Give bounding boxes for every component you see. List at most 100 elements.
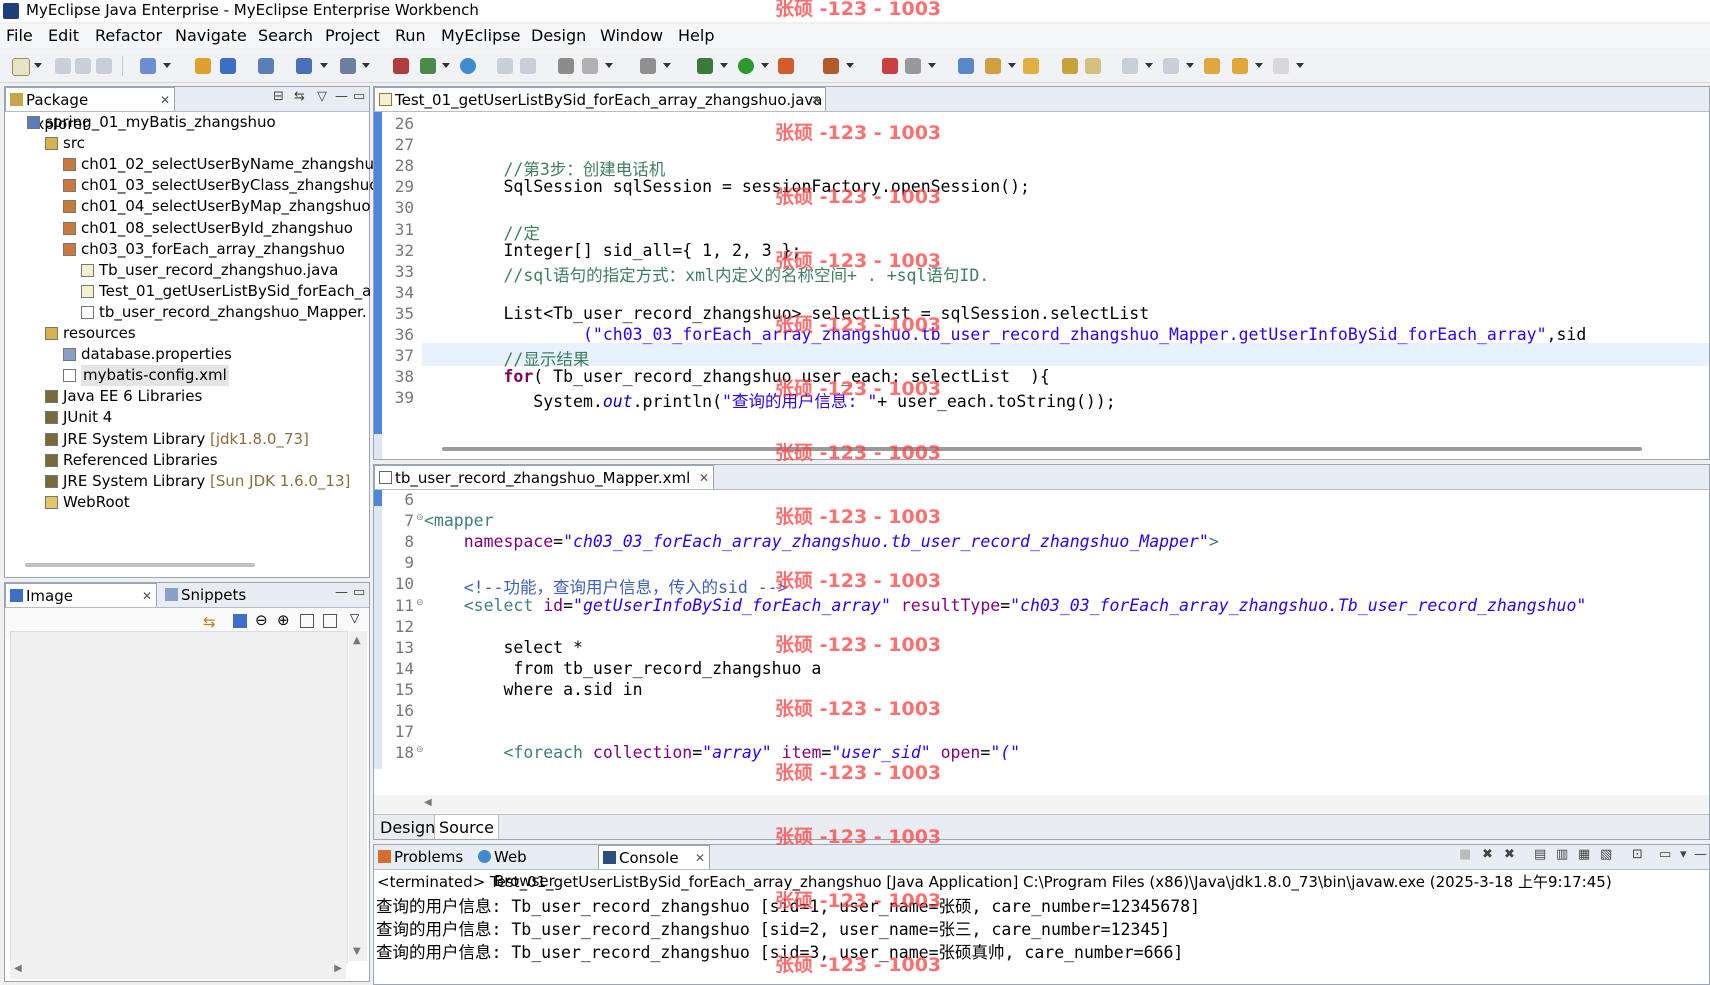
show-stdout-icon[interactable]: ▦ [1578, 847, 1590, 862]
run-icon[interactable] [738, 58, 754, 74]
deploy-icon[interactable] [195, 58, 211, 74]
scroll-lock-icon[interactable]: ▥ [1556, 847, 1568, 862]
chevron-down-icon[interactable]: ▾ [1680, 847, 1687, 862]
database-icon[interactable] [582, 58, 598, 74]
open-type-icon[interactable] [497, 58, 513, 74]
close-icon[interactable]: ✕ [811, 88, 821, 112]
tab-source[interactable]: Source [434, 815, 499, 839]
horizontal-scrollbar[interactable] [25, 563, 255, 567]
scroll-right-icon[interactable]: ▶ [334, 963, 342, 974]
scroll-down-icon[interactable]: ▼ [353, 946, 361, 957]
horizontal-scrollbar[interactable]: ◀ ▶ [10, 961, 346, 979]
open-folder-icon[interactable] [1023, 58, 1039, 74]
scroll-left-icon[interactable]: ◀ [14, 963, 22, 974]
horizontal-scrollbar[interactable] [442, 447, 1642, 451]
pin-console-icon[interactable]: ⊡ [1632, 847, 1643, 862]
tab-design[interactable]: Design [380, 818, 435, 837]
menu-project[interactable]: Project [325, 26, 380, 45]
chevron-down-icon[interactable] [1186, 63, 1194, 68]
pencil-icon[interactable] [985, 58, 1001, 74]
menu-help[interactable]: Help [678, 26, 714, 45]
view-menu-icon[interactable]: ▽ [350, 611, 359, 625]
fold-icon[interactable]: ⊖ [416, 745, 424, 755]
menu-edit[interactable]: Edit [48, 26, 79, 45]
save-icon[interactable] [55, 58, 71, 74]
tab-java-editor[interactable]: Test_01_getUserListBySid_forEach_array_z… [374, 87, 826, 111]
chevron-down-icon[interactable] [163, 63, 171, 68]
globe-icon[interactable] [460, 58, 476, 74]
save-all-icon[interactable] [75, 58, 91, 74]
fit-image-icon[interactable] [233, 614, 247, 628]
fit-window-icon[interactable] [323, 614, 337, 628]
debug-icon[interactable] [697, 58, 713, 74]
chevron-down-icon[interactable] [1296, 63, 1304, 68]
menu-myeclipse[interactable]: MyEclipse [441, 26, 520, 45]
forward-icon[interactable] [1273, 58, 1289, 74]
remove-launch-icon[interactable]: ✖ [1482, 847, 1493, 862]
menu-file[interactable]: File [6, 26, 33, 45]
fold-icon[interactable]: ⊖ [416, 598, 424, 608]
print-icon[interactable] [96, 58, 112, 74]
profile-icon[interactable] [823, 58, 839, 74]
gear-icon[interactable] [905, 58, 921, 74]
tab-image-preview[interactable]: Image Preview ✕ [5, 583, 157, 629]
chevron-down-icon[interactable] [320, 63, 328, 68]
menu-run[interactable]: Run [395, 26, 426, 45]
tab-snippets[interactable]: Snippets [161, 583, 271, 607]
chevron-down-icon[interactable] [846, 63, 854, 68]
search-icon[interactable] [340, 58, 356, 74]
menu-navigate[interactable]: Navigate [175, 26, 247, 45]
minimize-icon[interactable]: — [335, 585, 348, 600]
close-icon[interactable]: ✕ [699, 466, 709, 490]
chevron-down-icon[interactable] [1008, 63, 1016, 68]
stop-icon[interactable] [882, 58, 898, 74]
chevron-down-icon[interactable] [1255, 63, 1263, 68]
chevron-down-icon[interactable] [362, 63, 370, 68]
chevron-down-icon[interactable] [928, 63, 936, 68]
show-stderr-icon[interactable]: ▧ [1600, 847, 1612, 862]
terminate-icon[interactable]: ■ [1459, 847, 1471, 862]
menu-design[interactable]: Design [531, 26, 586, 45]
maximize-icon[interactable]: ▭ [353, 89, 365, 104]
tab-problems[interactable]: Problems [374, 845, 474, 869]
browser-icon[interactable] [258, 58, 274, 74]
minimize-icon[interactable]: — [335, 89, 348, 104]
task-icon[interactable] [1062, 58, 1078, 74]
view-menu-icon[interactable]: ▽ [317, 89, 327, 104]
chevron-down-icon[interactable] [720, 63, 728, 68]
chevron-down-icon[interactable] [1145, 63, 1153, 68]
clear-console-icon[interactable]: ▤ [1534, 847, 1546, 862]
maximize-icon[interactable]: ▭ [353, 585, 365, 600]
actual-size-icon[interactable] [300, 614, 314, 628]
fold-icon[interactable]: ⊖ [416, 513, 424, 523]
next-annotation-icon[interactable] [1122, 58, 1138, 74]
menu-refactor[interactable]: Refactor [95, 26, 162, 45]
open-task-icon[interactable] [520, 58, 536, 74]
close-icon[interactable]: ✕ [142, 584, 152, 608]
collapse-all-icon[interactable]: ⊟ [273, 89, 284, 104]
menu-search[interactable]: Search [258, 26, 313, 45]
horizontal-scrollbar[interactable]: ◀ [374, 795, 1709, 813]
prev-annotation-icon[interactable] [1163, 58, 1179, 74]
tab-console[interactable]: Console ✕ [598, 845, 710, 869]
new-web-project-icon[interactable] [140, 58, 156, 74]
zoom-out-icon[interactable]: ⊖ [255, 611, 268, 629]
new-icon[interactable] [12, 58, 30, 76]
new-package-icon[interactable] [958, 58, 974, 74]
chevron-down-icon[interactable] [605, 63, 613, 68]
coverage-icon[interactable] [778, 58, 794, 74]
external-tools-icon[interactable] [420, 58, 436, 74]
tab-xml-editor[interactable]: tb_user_record_zhangshuo_Mapper.xml ✕ [374, 465, 714, 489]
camera-icon[interactable] [640, 58, 656, 74]
scroll-left-icon[interactable]: ◀ [424, 797, 432, 808]
scroll-up-icon[interactable]: ▲ [353, 635, 361, 646]
last-edit-icon[interactable] [1204, 58, 1220, 74]
chevron-down-icon[interactable] [442, 63, 450, 68]
new-class-icon[interactable] [296, 58, 312, 74]
close-icon[interactable]: ✕ [695, 846, 705, 870]
back-icon[interactable] [1232, 58, 1248, 74]
debug-config-icon[interactable] [393, 58, 409, 74]
tab-web-browser[interactable]: Web Browser [474, 845, 596, 890]
remove-all-launches-icon[interactable]: ✖ [1504, 847, 1515, 862]
chevron-down-icon[interactable] [761, 63, 769, 68]
